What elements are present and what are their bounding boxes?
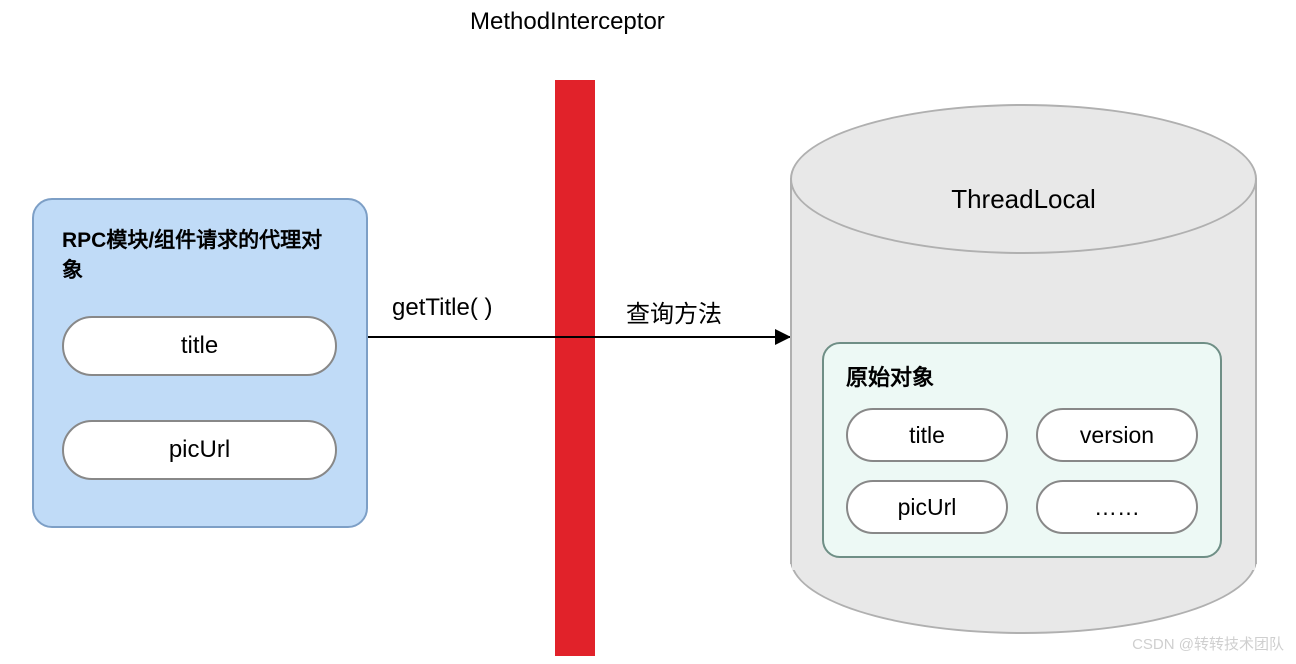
threadlocal-cylinder: ThreadLocal 原始对象 title version picUrl …… (790, 104, 1257, 634)
original-title: 原始对象 (846, 360, 1198, 392)
proxy-field-picurl: picUrl (62, 420, 337, 480)
proxy-object-box: RPC模块/组件请求的代理对象 title picUrl (32, 198, 368, 528)
orig-field-version: version (1036, 408, 1198, 462)
proxy-field-title: title (62, 316, 337, 376)
proxy-title: RPC模块/组件请求的代理对象 (62, 224, 338, 284)
cylinder-top-ellipse (790, 104, 1257, 254)
arrow-line (368, 336, 790, 338)
orig-field-title: title (846, 408, 1008, 462)
threadlocal-label: ThreadLocal (790, 184, 1257, 215)
interceptor-label: MethodInterceptor (470, 8, 665, 36)
orig-field-more: …… (1036, 480, 1198, 534)
orig-field-picurl: picUrl (846, 480, 1008, 534)
diagram-root: MethodInterceptor RPC模块/组件请求的代理对象 title … (0, 0, 1296, 664)
arrow-label-gettitle: getTitle( ) (392, 294, 492, 322)
original-fields-grid: title version picUrl …… (846, 408, 1198, 534)
original-object-box: 原始对象 title version picUrl …… (822, 342, 1222, 558)
watermark-text: CSDN @转转技术团队 (1132, 633, 1284, 654)
arrow-label-query: 查询方法 (626, 294, 722, 329)
arrow-head-icon (775, 329, 791, 345)
interceptor-bar (555, 80, 595, 656)
